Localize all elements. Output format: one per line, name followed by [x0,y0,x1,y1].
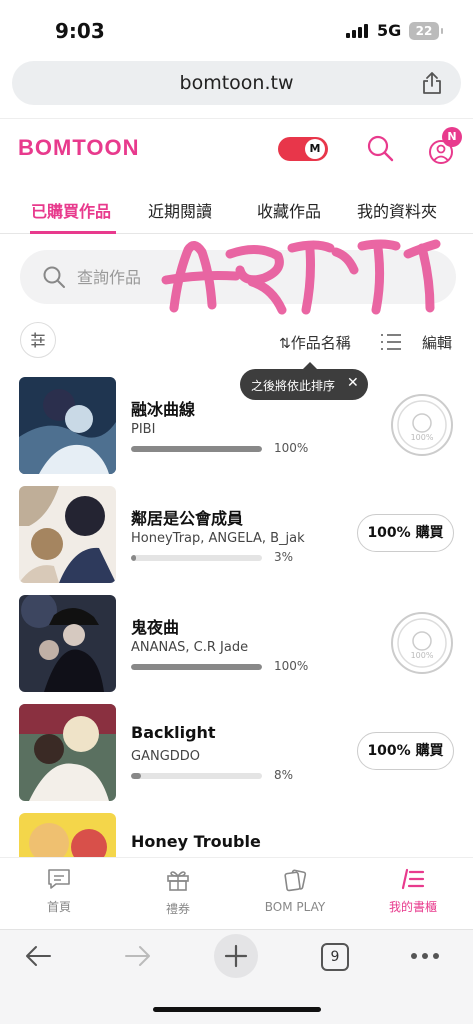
active-tab-indicator [30,231,116,234]
progress-bar [131,773,262,779]
edit-button[interactable]: 編輯 [422,332,452,353]
sliders-icon [31,332,45,348]
item-title: Honey Trouble [131,832,261,851]
bomtoon-logo[interactable]: BOMTOON [18,135,139,161]
plus-icon [224,944,248,968]
forward-arrow-icon[interactable] [124,944,152,968]
search-icon [43,266,65,288]
share-icon[interactable] [421,71,443,95]
chat-icon [48,869,70,889]
app-header: BOMTOON M N [0,118,473,178]
item-author: HoneyTrap, ANGELA, B_jak [131,531,305,546]
mature-mode-toggle[interactable]: M [278,137,328,161]
battery-icon: 22 [409,22,443,40]
more-icon[interactable] [410,952,440,960]
list-item[interactable]: Backlight GANGDDO 8% 100% 購買 [0,704,473,812]
nav-bom-play[interactable]: BOM PLAY [250,868,340,914]
item-author: GANGDDO [131,749,201,764]
progress-percent: 3% [274,550,294,564]
item-author: ANANAS, C.R Jade [131,640,249,655]
nav-label: BOM PLAY [264,900,326,914]
new-tab-button[interactable] [214,934,258,978]
search-icon[interactable] [366,134,394,162]
list-item[interactable]: 鬼夜曲 ANANAS, C.R Jade 100% 100% [0,595,473,703]
progress-percent: 100% [274,441,309,455]
svg-text:100%: 100% [411,433,434,442]
filter-button[interactable] [20,322,56,358]
network-type: 5G [377,21,402,40]
bottom-navigation: 首頁 禮券 BOM PLAY 我的書櫃 [0,857,473,929]
progress-bar [131,664,262,670]
nav-my-bookshelf[interactable]: 我的書櫃 [368,868,458,915]
toggle-knob: M [305,139,325,159]
list-view-icon[interactable] [380,333,402,351]
status-time: 9:03 [55,19,105,43]
tab-favorites[interactable]: 收藏作品 [257,198,321,222]
tab-purchased[interactable]: 已購買作品 [31,198,111,222]
pink-scribble-overlay [161,239,441,315]
fully-purchased-stamp-icon: 100% [391,612,453,674]
list-item[interactable]: Honey Trouble [0,813,473,857]
cover-image[interactable] [19,595,116,692]
progress-fill [131,664,262,670]
item-title: 鄰居是公會成員 [131,509,244,528]
home-indicator [153,1007,321,1012]
tabs-button[interactable]: 9 [321,943,349,971]
sort-arrows-icon: ⇅ [279,336,291,352]
bookshelf-icon [401,868,425,890]
back-arrow-icon[interactable] [24,944,52,968]
profile-button[interactable]: N [428,127,462,165]
progress-bar [131,555,262,561]
progress-fill [131,773,142,779]
nav-coupons[interactable]: 禮券 [133,868,223,917]
status-bar: 9:03 5G 22 [0,0,473,58]
fully-purchased-stamp-icon: 100% [391,394,453,456]
tab-recent[interactable]: 近期閱讀 [148,198,212,222]
cellular-signal-icon [346,24,368,38]
cover-image[interactable] [19,704,116,801]
cover-image[interactable] [19,813,116,857]
buy-all-button[interactable]: 100% 購買 [357,514,454,552]
cards-icon [284,869,307,892]
library-tabs: 已購買作品 近期閱讀 收藏作品 我的資料夾 [0,186,473,234]
nav-label: 禮券 [165,902,190,916]
sort-button[interactable]: ⇅作品名稱 [279,332,351,353]
progress-fill [131,446,262,452]
sort-label: 作品名稱 [290,334,351,352]
cover-image[interactable] [19,377,116,474]
progress-bar [131,446,262,452]
item-author: PIBI [131,422,156,437]
item-title: 鬼夜曲 [131,618,180,637]
buy-all-button[interactable]: 100% 購買 [357,732,454,770]
svg-text:100%: 100% [411,651,434,660]
gift-icon [167,871,189,891]
nav-label: 首頁 [46,900,71,914]
item-title: Backlight [131,723,216,742]
list-item[interactable]: 鄰居是公會成員 HoneyTrap, ANGELA, B_jak 3% 100%… [0,486,473,594]
nav-home[interactable]: 首頁 [14,868,104,915]
list-item[interactable]: 融冰曲線 PIBI 100% 100% [0,377,473,485]
url-text[interactable]: bomtoon.tw [12,72,461,94]
cover-image[interactable] [19,486,116,583]
item-title: 融冰曲線 [131,400,196,419]
progress-percent: 8% [274,768,294,782]
progress-fill [131,555,137,561]
address-bar[interactable]: bomtoon.tw [12,61,461,105]
nav-label: 我的書櫃 [388,900,437,914]
progress-percent: 100% [274,659,309,673]
notification-badge: N [442,127,462,147]
tab-folders[interactable]: 我的資料夾 [357,198,437,222]
